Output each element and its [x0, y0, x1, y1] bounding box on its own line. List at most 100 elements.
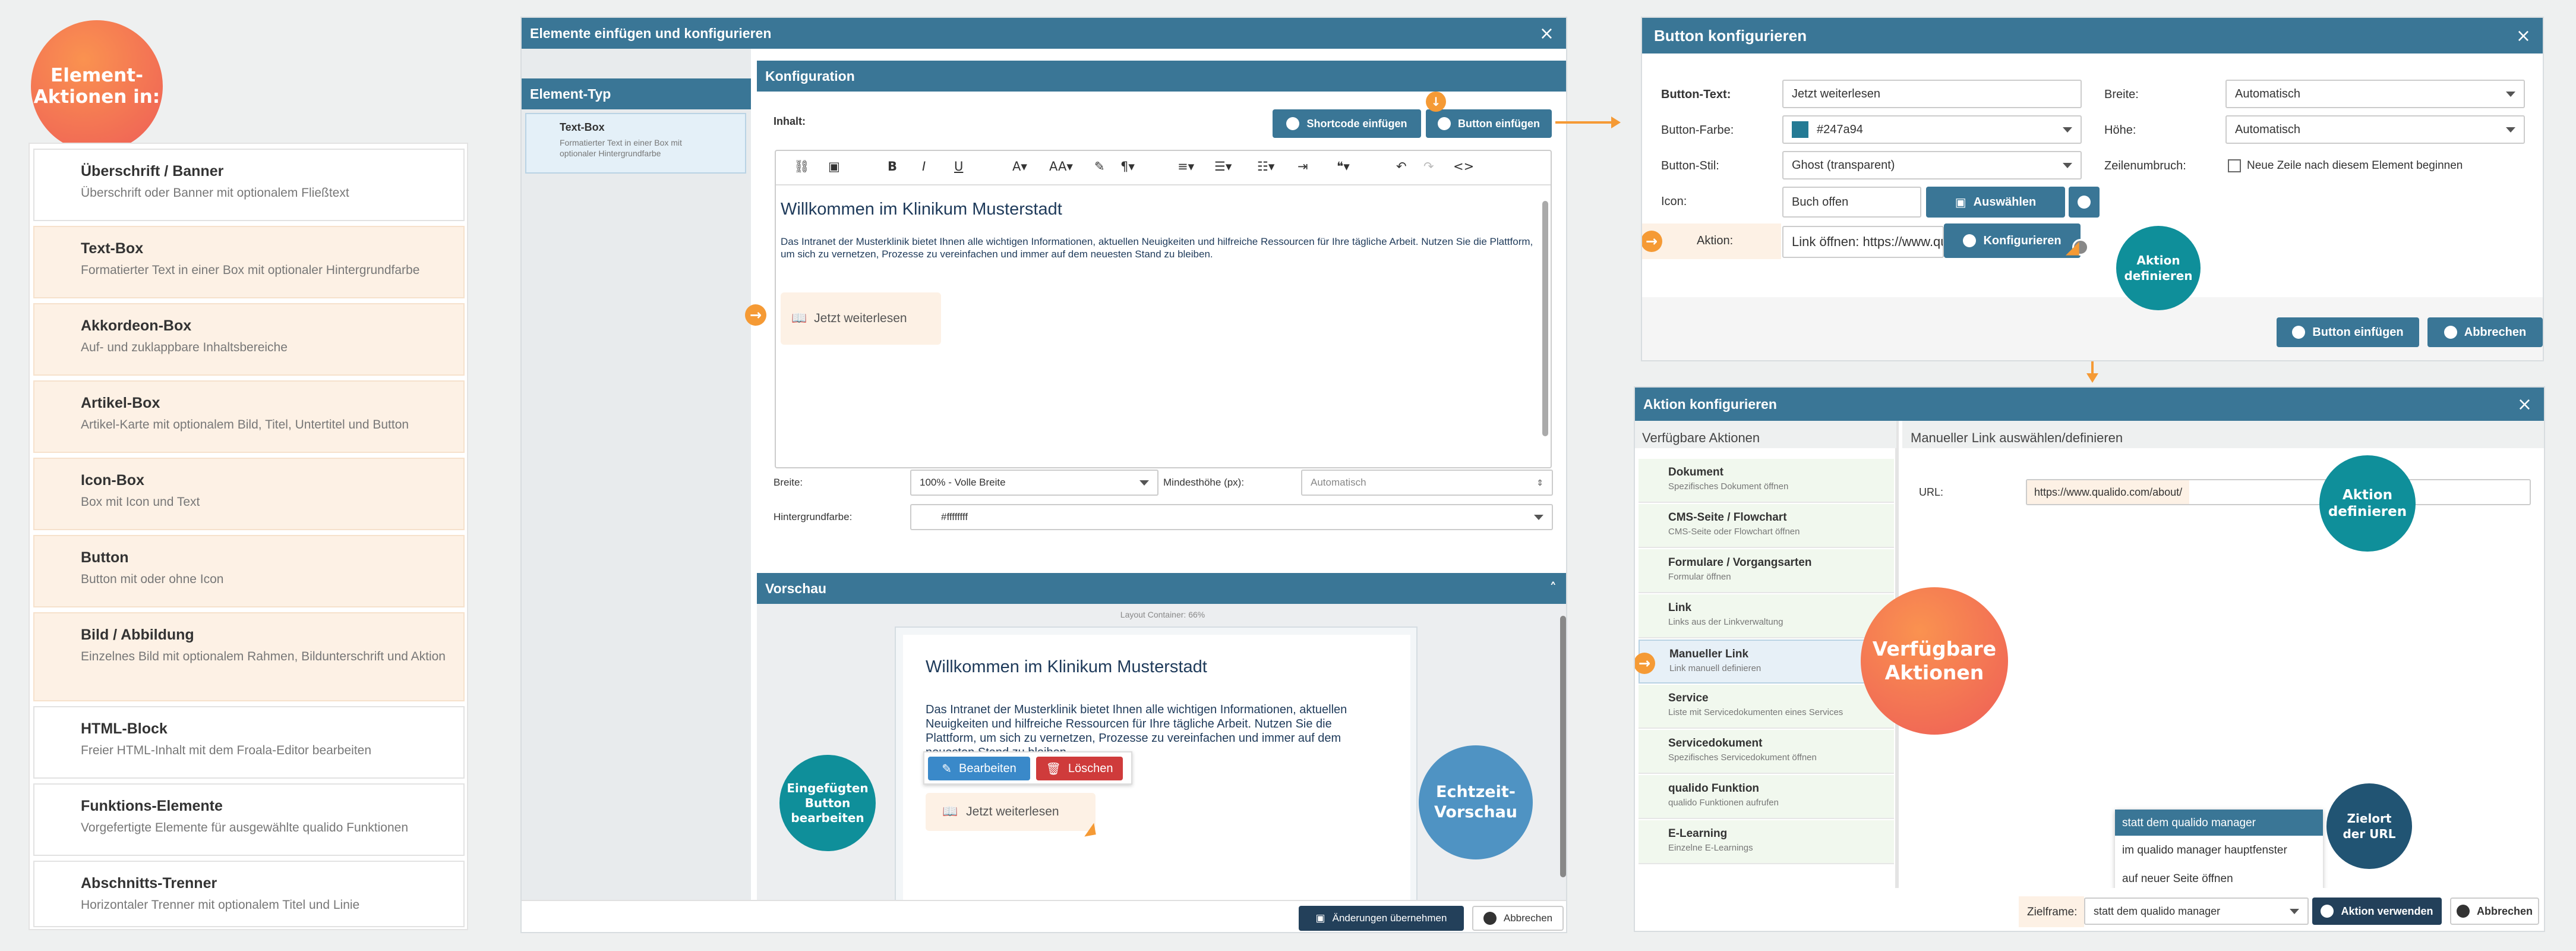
- button-text-input[interactable]: Jetzt weiterlesen: [1782, 80, 2082, 108]
- cancel-button[interactable]: Abbrechen: [2427, 317, 2543, 347]
- element-type-column: Element-Typ Text-Box Formatierter Text i…: [522, 49, 751, 900]
- insert-button-button[interactable]: Button einfügen: [2277, 317, 2419, 347]
- minus-icon: [2078, 196, 2091, 209]
- bold-icon[interactable]: B: [888, 159, 897, 174]
- preview-inserted-button[interactable]: 📖 Jetzt weiterlesen: [926, 793, 1096, 831]
- list-item[interactable]: Abschnitts-Trenner Horizontaler Trenner m…: [33, 861, 465, 927]
- edit-button[interactable]: ✎ Bearbeiten: [928, 757, 1030, 780]
- icon-input[interactable]: Buch offen: [1782, 187, 1921, 218]
- text-color-icon[interactable]: A▾: [1012, 159, 1027, 174]
- insert-button-button[interactable]: Button einfügen: [1426, 109, 1552, 138]
- url-input[interactable]: https://www.qualido.com/about/: [2026, 479, 2531, 505]
- apply-changes-button[interactable]: ▣ Änderungen übernehmen: [1299, 906, 1464, 931]
- dialog-title: Elemente einfügen und konfigurieren: [530, 25, 772, 41]
- preview-scrollbar[interactable]: [1560, 616, 1566, 877]
- color-swatch: [1792, 121, 1808, 138]
- action-item-title: CMS-Seite / Flowchart: [1668, 511, 1787, 524]
- select-icon-button[interactable]: ▣ Auswählen: [1926, 187, 2065, 218]
- editor-button-label: Jetzt weiterlesen: [814, 311, 907, 325]
- selected-element-type[interactable]: Text-Box Formatierter Text in einer Box …: [525, 113, 746, 174]
- action-item[interactable]: qualido Funktion qualido Funktionen aufru…: [1639, 775, 1894, 819]
- background-color-select[interactable]: #ffffffff: [910, 504, 1553, 530]
- cancel-button[interactable]: Abbrechen: [1472, 906, 1564, 931]
- list-item-title: Überschrift / Banner: [81, 163, 224, 180]
- list-item[interactable]: Bild / Abbildung Einzelnes Bild mit optio…: [33, 612, 465, 701]
- remove-icon-button[interactable]: [2069, 187, 2100, 218]
- rich-text-editor[interactable]: ⛓ ▣ B I U A▾ AA▾ ✎ ¶▾ ≡▾ ☰▾ ☷▾ ⇥ ❝▾ ↶ ↷ …: [775, 150, 1552, 468]
- list-item-desc: Button mit oder ohne Icon: [81, 572, 224, 586]
- action-item[interactable]: Servicedokument Spezifisches Servicedokum…: [1639, 730, 1894, 774]
- action-item[interactable]: E-Learning Einzelne E-Learnings: [1639, 820, 1894, 864]
- font-size-icon[interactable]: AA▾: [1049, 159, 1073, 174]
- editor-toolbar: ⛓ ▣ B I U A▾ AA▾ ✎ ¶▾ ≡▾ ☰▾ ☷▾ ⇥ ❝▾ ↶ ↷ …: [776, 151, 1551, 185]
- height-select[interactable]: Automatisch: [2225, 115, 2525, 144]
- action-item-desc: Links aus der Linkverwaltung: [1668, 617, 1783, 627]
- dropdown-option-selected[interactable]: statt dem qualido manager: [2115, 810, 2323, 836]
- url-target-badge: Zielort der URL: [2326, 783, 2412, 869]
- insert-shortcode-button[interactable]: Shortcode einfügen: [1273, 109, 1421, 138]
- insert-button-label: Button einfügen: [2312, 325, 2404, 339]
- list-item[interactable]: Artikel-Box Artikel-Karte mit optionalem …: [33, 380, 465, 453]
- image-icon[interactable]: ▣: [828, 159, 840, 174]
- italic-icon[interactable]: I: [922, 159, 926, 174]
- action-input[interactable]: Link öffnen: https://www.qualido.com/abo…: [1782, 226, 1944, 258]
- width-select[interactable]: Automatisch: [2225, 80, 2525, 108]
- editor-inserted-button[interactable]: 📖 Jetzt weiterlesen: [781, 292, 941, 345]
- preview-header-label: Vorschau: [765, 580, 827, 596]
- close-icon[interactable]: ×: [2517, 394, 2532, 415]
- paragraph-format-icon[interactable]: ¶▾: [1120, 159, 1135, 174]
- dropdown-option[interactable]: im qualido manager hauptfenster: [2115, 837, 2323, 863]
- action-item-desc: Spezifisches Servicedokument öffnen: [1668, 752, 1817, 763]
- cancel-button[interactable]: Abbrechen: [2450, 898, 2539, 925]
- list-item[interactable]: Überschrift / Banner Überschrift oder Ban…: [33, 149, 465, 221]
- delete-button[interactable]: 🗑 Löschen: [1036, 757, 1123, 780]
- save-icon: ▣: [1315, 912, 1325, 924]
- code-view-icon[interactable]: <>: [1453, 159, 1474, 174]
- button-color-select[interactable]: #247a94: [1782, 115, 2082, 144]
- align-icon[interactable]: ≡▾: [1177, 159, 1194, 174]
- list-item[interactable]: HTML-Block Freier HTML-Inhalt mit dem Fro…: [33, 706, 465, 779]
- action-item[interactable]: Service Liste mit Servicedokumenten eines…: [1639, 685, 1894, 729]
- configure-action-button[interactable]: Konfigurieren: [1944, 223, 2081, 258]
- link-icon[interactable]: ⛓: [794, 159, 810, 174]
- min-height-input[interactable]: Automatisch ⇕: [1301, 470, 1553, 496]
- action-item[interactable]: Dokument Spezifisches Dokument öffnen: [1639, 459, 1894, 503]
- list-item-title: Button: [81, 549, 129, 566]
- list-item-desc: Vorgefertigte Elemente für ausgewählte q…: [81, 821, 409, 835]
- use-action-button[interactable]: Aktion verwenden: [2312, 898, 2442, 925]
- width-select-value: 100% - Volle Breite: [920, 477, 1006, 488]
- list-item[interactable]: Akkordeon-Box Auf- und zuklappbare Inhalt…: [33, 303, 465, 376]
- close-icon[interactable]: ×: [1539, 23, 1554, 44]
- action-item-selected[interactable]: Manueller Link Link manuell definieren: [1639, 640, 1894, 684]
- list-item[interactable]: Funktions-Elemente Vorgefertigte Elemente…: [33, 783, 465, 856]
- editor-scrollbar[interactable]: [1542, 201, 1548, 436]
- redo-icon[interactable]: ↷: [1423, 159, 1434, 174]
- close-icon[interactable]: ×: [2516, 26, 2531, 46]
- underline-icon[interactable]: U: [954, 159, 963, 174]
- width-select[interactable]: 100% - Volle Breite: [910, 470, 1158, 496]
- layout-container-label: Layout Container: 66%: [1120, 610, 1205, 619]
- undo-icon[interactable]: ↶: [1396, 159, 1407, 174]
- unordered-list-icon[interactable]: ☰▾: [1214, 159, 1232, 174]
- plus-icon: [2292, 326, 2306, 339]
- action-item[interactable]: Formulare / Vorgangsarten Formular öffnen: [1639, 549, 1894, 593]
- button-style-select[interactable]: Ghost (transparent): [1782, 151, 2082, 180]
- line-break-checkbox[interactable]: [2228, 159, 2241, 172]
- indent-icon[interactable]: ⇥: [1298, 159, 1308, 174]
- action-item[interactable]: CMS-Seite / Flowchart CMS-Seite oder Flow…: [1639, 504, 1894, 548]
- ordered-list-icon[interactable]: ☷▾: [1257, 159, 1274, 174]
- target-frame-select[interactable]: statt dem qualido manager: [2084, 898, 2309, 925]
- list-item-title: Akkordeon-Box: [81, 317, 192, 334]
- action-item-desc: qualido Funktionen aufrufen: [1668, 798, 1779, 808]
- insert-shortcode-label: Shortcode einfügen: [1306, 117, 1407, 130]
- list-item[interactable]: Icon-Box Box mit Icon und Text: [33, 458, 465, 530]
- action-item-desc: Formular öffnen: [1668, 572, 1731, 582]
- chevron-up-icon[interactable]: ˄: [1550, 581, 1557, 596]
- action-item-desc: Liste mit Servicedokumenten eines Servic…: [1668, 707, 1843, 717]
- edit-inserted-button-badge: Eingefügten Button bearbeiten: [779, 755, 876, 851]
- quote-icon[interactable]: ❝▾: [1337, 159, 1350, 174]
- highlight-icon[interactable]: ✎: [1094, 159, 1105, 174]
- list-item[interactable]: Text-Box Formatierter Text in einer Box m…: [33, 226, 465, 298]
- action-item[interactable]: Link Links aus der Linkverwaltung: [1639, 594, 1894, 638]
- list-item[interactable]: Button Button mit oder ohne Icon: [33, 535, 465, 607]
